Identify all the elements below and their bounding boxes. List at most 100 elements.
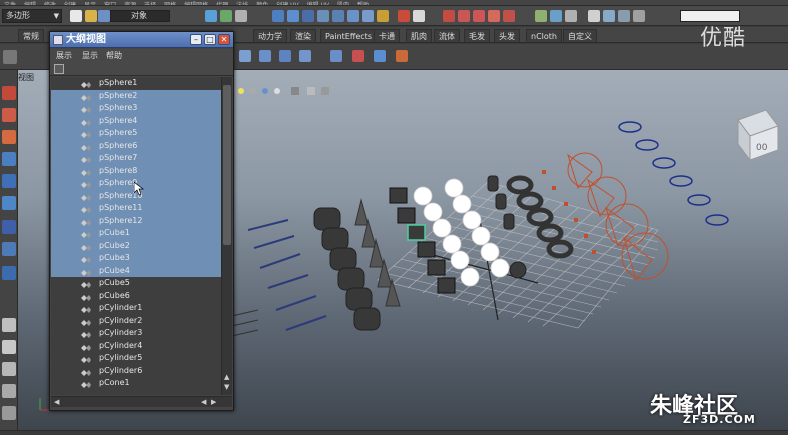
mask-dynamics-icon[interactable] [347,10,359,22]
outliner-item[interactable]: pCylinder1 [51,302,221,315]
outliner-item[interactable]: pCube1 [51,227,221,240]
layout-four-icon[interactable] [2,340,16,354]
move-tool-icon[interactable] [2,152,16,166]
snap-curve-icon[interactable] [458,10,470,22]
outliner-item[interactable]: pCylinder5 [51,352,221,365]
scrollbar-thumb[interactable] [223,85,231,245]
outliner-item[interactable]: pSphere2 [51,89,221,102]
shelf-tool-7-icon[interactable] [374,50,386,62]
close-button[interactable]: ✕ [218,34,230,45]
outliner-item[interactable]: pSphere12 [51,214,221,227]
menu-set-select[interactable]: 多边形 ▼ [2,9,62,23]
construction-history-icon[interactable] [565,10,577,22]
outliner-item[interactable]: pCube3 [51,252,221,265]
scroll-up-icon[interactable]: ▲ [224,373,229,381]
select-hierarchy-icon[interactable] [205,10,217,22]
shelf-tab[interactable]: 流体 [434,29,460,42]
shelf-tab[interactable]: nCloth [526,29,562,42]
select-tool-icon[interactable] [2,86,16,100]
outliner-item[interactable]: pSphere8 [51,164,221,177]
scale-tool-icon[interactable] [2,196,16,210]
outliner-horizontal-scrollbar[interactable]: ◀ ◀ ▶ [51,396,232,407]
outliner-item[interactable]: pCylinder4 [51,340,221,353]
shelf-tab[interactable]: PaintEffects [320,29,377,42]
mask-handles-icon[interactable] [272,10,284,22]
outliner-item[interactable]: pCylinder3 [51,327,221,340]
shelf-tool-4-icon[interactable] [299,50,311,62]
scroll-left-icon[interactable]: ◀ [54,398,59,406]
outliner-item[interactable]: pCylinder6 [51,365,221,378]
shelf-tab[interactable]: 渲染 [290,29,316,42]
shelf-tool-2-icon[interactable] [259,50,271,62]
outliner-item[interactable]: pSphere1 [51,77,221,90]
shelf-tool-3-icon[interactable] [279,50,291,62]
shelf-tool-5-icon[interactable] [330,50,342,62]
soft-mod-tool-icon[interactable] [2,242,16,256]
snap-plane-icon[interactable] [488,10,500,22]
minimize-button[interactable]: – [190,34,202,45]
open-scene-icon[interactable] [85,10,97,22]
paint-select-tool-icon[interactable] [2,130,16,144]
save-scene-icon[interactable] [98,10,110,22]
outliner-vertical-scrollbar[interactable]: ▲ ▼ [221,77,232,395]
lasso-tool-icon[interactable] [2,108,16,122]
outliner-item[interactable]: pSphere11 [51,202,221,215]
mask-joints-icon[interactable] [287,10,299,22]
shelf-tool-6-icon[interactable] [352,50,364,62]
shelf-tool-1-icon[interactable] [239,50,251,62]
new-scene-icon[interactable] [70,10,82,22]
outliner-item[interactable]: pSphere5 [51,127,221,140]
output-ops-icon[interactable] [550,10,562,22]
mask-surfaces-icon[interactable] [317,10,329,22]
shelf-tab[interactable]: 头发 [494,29,520,42]
outliner-title-bar[interactable]: 大纲视图 – □ ✕ [50,32,233,48]
ipr-render-icon[interactable] [618,10,630,22]
render-frame-icon[interactable] [603,10,615,22]
scroll-down-icon[interactable]: ▼ [224,383,229,391]
outliner-item[interactable]: pCube4 [51,264,221,277]
menu-item-help[interactable]: 帮助 [106,50,122,61]
shelf-tab[interactable]: 毛发 [464,29,490,42]
input-ops-icon[interactable] [535,10,547,22]
render-settings-icon[interactable] [633,10,645,22]
shelf-menu-icon[interactable] [3,50,17,64]
shelf-tab[interactable]: 肌肉 [406,29,432,42]
menu-item-display[interactable]: 显示 [82,50,98,61]
mask-rendering-icon[interactable] [362,10,374,22]
show-manipulator-icon[interactable] [2,266,16,280]
scroll-right-icon[interactable]: ▶ [211,398,216,406]
shelf-tab[interactable]: 卡通 [374,29,400,42]
outliner-item[interactable]: pCone1 [51,377,221,390]
shelf-tab[interactable]: 动力学 [253,29,287,42]
outliner-item[interactable]: pCube5 [51,277,221,290]
snap-point-icon[interactable] [473,10,485,22]
outliner-item[interactable]: pCube6 [51,290,221,303]
highlight-selection-icon[interactable] [413,10,425,22]
layout-graph-icon[interactable] [2,384,16,398]
outliner-list[interactable]: pSphere1 pSphere2 pSphere3 pSphere4 pSphere5… [51,77,221,395]
layout-hypershade-icon[interactable] [2,406,16,420]
mask-misc-icon[interactable] [377,10,389,22]
select-object-icon[interactable] [220,10,232,22]
mask-curves-icon[interactable] [302,10,314,22]
manipulator-tool-icon[interactable] [2,220,16,234]
rotate-tool-icon[interactable] [2,174,16,188]
outliner-item[interactable]: pCylinder2 [51,315,221,328]
outliner-item[interactable]: pSphere6 [51,139,221,152]
layout-single-icon[interactable] [2,318,16,332]
shelf-tab[interactable]: 自定义 [563,29,597,42]
make-live-icon[interactable] [503,10,515,22]
layout-outliner-icon[interactable] [2,362,16,376]
outliner-item[interactable]: pSphere7 [51,152,221,165]
filter-icon[interactable] [54,64,64,74]
mask-deformers-icon[interactable] [332,10,344,22]
snap-grid-icon[interactable] [443,10,455,22]
select-component-icon[interactable] [235,10,247,22]
shelf-tab[interactable]: 常规 [18,29,44,42]
outliner-window[interactable]: 大纲视图 – □ ✕ 展示 显示 帮助 pSphere1 pSphere2 pSph… [49,31,234,411]
lock-selection-icon[interactable] [398,10,410,22]
shelf-tool-8-icon[interactable] [396,50,408,62]
object-selection-mask[interactable]: 对象 [110,10,170,22]
scroll-left-end-icon[interactable]: ◀ [201,398,206,406]
render-view-icon[interactable] [588,10,600,22]
